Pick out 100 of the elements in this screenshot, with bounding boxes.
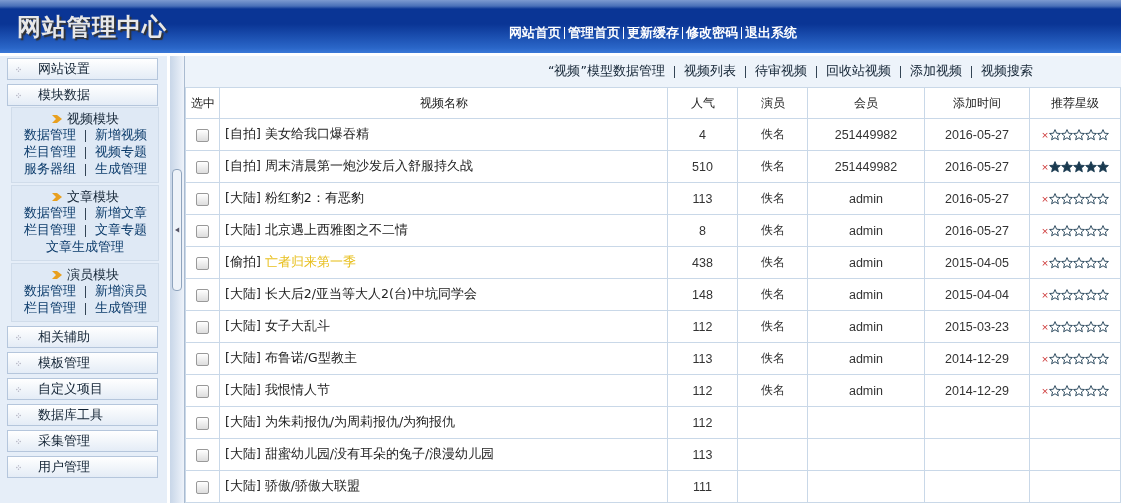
category-tag: [大陆] (225, 190, 261, 205)
star-icon (1096, 192, 1109, 205)
row-checkbox[interactable] (196, 320, 209, 334)
video-title[interactable]: 长大后2/亚当等大人2(台)中坑同学会 (264, 286, 477, 301)
menu-item[interactable]: 采集管理 (7, 430, 158, 452)
row-checkbox[interactable] (196, 224, 209, 238)
star-rating[interactable] (1048, 352, 1109, 365)
nav-link[interactable]: 管理首页 (568, 24, 620, 42)
sidebar-link[interactable]: 数据管理 (23, 283, 76, 300)
clear-rating-link[interactable]: × (1041, 353, 1049, 364)
menu-item[interactable]: 网站设置 (7, 58, 158, 80)
video-title[interactable]: 为朱莉报仇/为周莉报仇/为狗报仇 (264, 414, 456, 429)
table-cell: admin (848, 351, 883, 366)
grip-icon (16, 334, 21, 340)
video-title[interactable]: 布鲁诺/G型教主 (264, 350, 357, 365)
sidebar-link[interactable]: 栏目管理 (23, 222, 76, 239)
table-cell: admin (848, 223, 883, 238)
row-checkbox[interactable] (196, 480, 209, 494)
table-cell: 4 (699, 127, 706, 142)
table-cell: admin (848, 255, 883, 270)
toolbar-link[interactable]: 回收站视频 (825, 63, 891, 80)
table-cell: 2014-12-29 (945, 383, 1009, 398)
sidebar-link[interactable]: 生成管理 (94, 161, 147, 178)
table-cell: 佚名 (760, 223, 785, 237)
star-rating[interactable] (1048, 320, 1109, 333)
star-icon (1072, 128, 1085, 141)
table-cell: 2016-05-27 (945, 159, 1009, 174)
sidebar-link[interactable]: 新增文章 (94, 205, 147, 222)
video-title[interactable]: 北京遇上西雅图之不二情 (264, 222, 408, 237)
row-checkbox[interactable] (196, 160, 209, 174)
grip-icon (16, 360, 21, 366)
nav-link[interactable]: 更新缓存 (627, 24, 679, 42)
video-title[interactable]: 美女给我口爆吞精 (264, 126, 369, 141)
nav-link[interactable]: 网站首页 (509, 24, 561, 42)
star-rating[interactable] (1048, 224, 1109, 237)
sidebar-link[interactable]: 服务器组 (23, 161, 76, 178)
clear-rating-link[interactable]: × (1041, 161, 1049, 172)
video-title[interactable]: 甜蜜幼儿园/没有耳朵的兔子/浪漫幼儿园 (264, 446, 495, 461)
clear-rating-link[interactable]: × (1041, 321, 1049, 332)
table-cell: 112 (692, 415, 713, 430)
clear-rating-link[interactable]: × (1041, 129, 1049, 140)
category-tag: [大陆] (225, 318, 261, 333)
toolbar-link[interactable]: 待审视频 (754, 63, 807, 80)
category-tag: [大陆] (225, 222, 261, 237)
video-title[interactable]: 周末清晨第一炮沙发后入舒服持久战 (264, 158, 473, 173)
row-checkbox[interactable] (196, 256, 209, 270)
nav-link[interactable]: 修改密码 (686, 24, 738, 42)
toolbar-link[interactable]: 视频列表 (683, 63, 736, 80)
row-checkbox[interactable] (196, 128, 209, 142)
column-header: 演员 (737, 88, 808, 119)
sidebar-link[interactable]: 栏目管理 (23, 144, 76, 161)
star-icon (1084, 352, 1097, 365)
row-checkbox[interactable] (196, 448, 209, 462)
row-checkbox[interactable] (196, 192, 209, 206)
table-cell: 112 (692, 383, 713, 398)
sidebar-link[interactable]: 数据管理 (23, 205, 76, 222)
clear-rating-link[interactable]: × (1041, 257, 1049, 268)
star-rating[interactable] (1048, 128, 1109, 141)
menu-item[interactable]: 相关辅助 (7, 326, 158, 348)
sidebar-link[interactable]: 数据管理 (23, 127, 76, 144)
menu-item[interactable]: 数据库工具 (7, 404, 158, 426)
star-icon (1060, 192, 1073, 205)
clear-rating-link[interactable]: × (1041, 193, 1049, 204)
sidebar-link[interactable]: 新增视频 (94, 127, 147, 144)
splitter-handle[interactable] (170, 56, 185, 503)
sidebar-link[interactable]: 栏目管理 (23, 300, 76, 317)
video-title[interactable]: 粉红豹2：有恶豹 (264, 190, 364, 205)
video-title[interactable]: 我恨情人节 (264, 382, 330, 397)
row-checkbox[interactable] (196, 352, 209, 366)
row-checkbox[interactable] (196, 288, 209, 302)
video-title[interactable]: 女子大乱斗 (264, 318, 330, 333)
sidebar-link[interactable]: 新增演员 (94, 283, 147, 300)
star-rating[interactable] (1048, 288, 1109, 301)
sidebar-link[interactable]: 生成管理 (94, 300, 147, 317)
star-icon (1096, 256, 1109, 269)
toolbar-link[interactable]: 视频搜索 (980, 63, 1033, 80)
menu-item[interactable]: 模块数据 (7, 84, 158, 106)
clear-rating-link[interactable]: × (1041, 385, 1049, 396)
category-tag: [大陆] (225, 478, 261, 493)
clear-rating-link[interactable]: × (1041, 225, 1049, 236)
star-rating[interactable] (1048, 160, 1109, 173)
star-rating[interactable] (1048, 256, 1109, 269)
sidebar-link[interactable]: 文章专题 (94, 222, 147, 239)
menu-item[interactable]: 模板管理 (7, 352, 158, 374)
menu-item[interactable]: 自定义项目 (7, 378, 158, 400)
clear-rating-link[interactable]: × (1041, 289, 1049, 300)
module-title: 视频模块 (66, 109, 119, 128)
row-checkbox[interactable] (196, 416, 209, 430)
star-rating[interactable] (1048, 192, 1109, 205)
sidebar-link[interactable]: 文章生成管理 (46, 239, 124, 256)
star-rating[interactable] (1048, 384, 1109, 397)
nav-link[interactable]: 退出系统 (745, 24, 797, 42)
category-tag: [大陆] (225, 382, 261, 397)
video-title[interactable]: 骄傲/骄傲大联盟 (264, 478, 360, 493)
menu-item[interactable]: 用户管理 (7, 456, 158, 478)
row-checkbox[interactable] (196, 384, 209, 398)
star-icon (1084, 160, 1097, 173)
toolbar-link[interactable]: 添加视频 (909, 63, 962, 80)
sidebar-link[interactable]: 视频专题 (94, 144, 147, 161)
table-cell: 251449982 (834, 159, 898, 174)
